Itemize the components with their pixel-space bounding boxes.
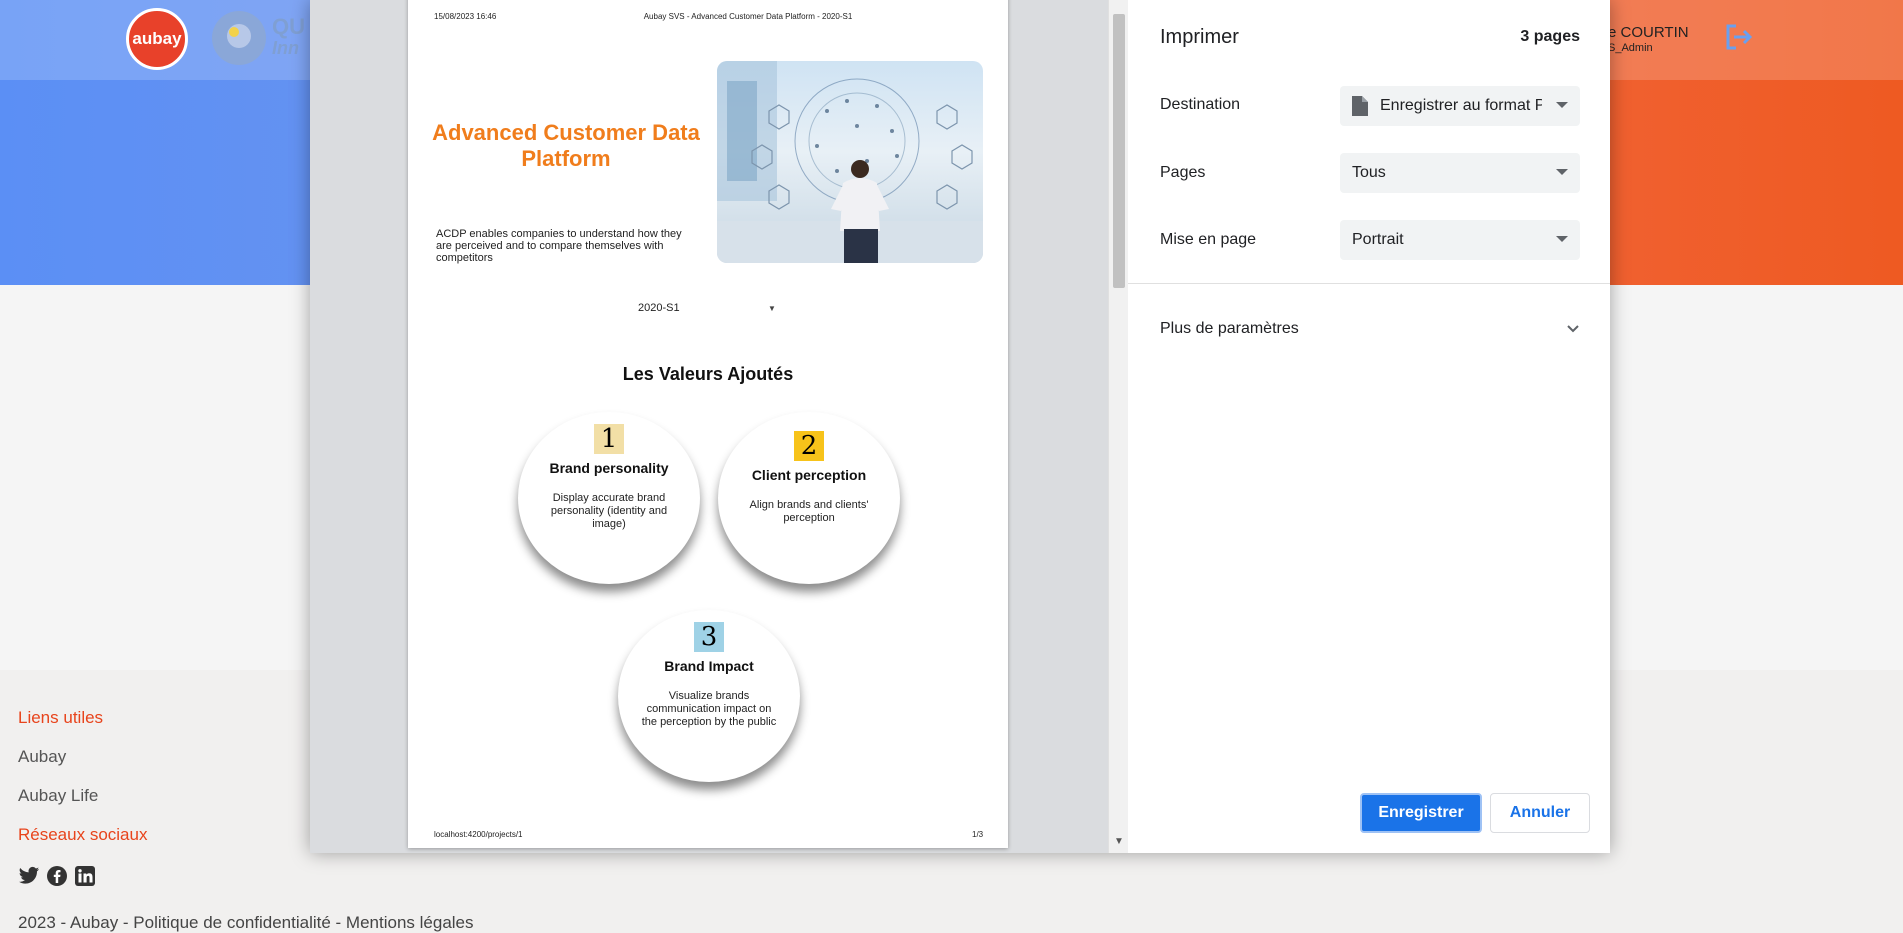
cancel-button[interactable]: Annuler bbox=[1490, 793, 1590, 833]
preview-hero-image bbox=[717, 61, 983, 263]
value-desc-2: Align brands and clients' perception bbox=[749, 499, 869, 524]
preview-scrollbar[interactable]: ▼ bbox=[1108, 0, 1128, 853]
pages-caret-icon bbox=[1556, 169, 1568, 175]
preview-page: 15/08/2023 16:46 Aubay SVS - Advanced Cu… bbox=[408, 0, 1008, 848]
value-title-3: Brand Impact bbox=[664, 658, 754, 674]
more-settings-toggle[interactable]: Plus de paramètres bbox=[1160, 320, 1299, 338]
destination-caret-icon bbox=[1556, 102, 1568, 108]
preview-scrollbar-thumb[interactable] bbox=[1113, 14, 1125, 288]
destination-value: Enregistrer au format P bbox=[1380, 97, 1542, 114]
preview-title: Advanced Customer Data Platform bbox=[432, 120, 700, 171]
user-name: e COURTIN bbox=[1608, 24, 1689, 41]
layout-value: Portrait bbox=[1352, 231, 1404, 248]
value-desc-3: Visualize brands communication impact on… bbox=[641, 690, 777, 728]
document-icon bbox=[1352, 96, 1368, 116]
logout-icon[interactable] bbox=[1722, 20, 1756, 54]
value-number-1: 1 bbox=[594, 424, 624, 454]
value-card-2: 2 Client perception Align brands and cli… bbox=[718, 412, 900, 584]
save-button[interactable]: Enregistrer bbox=[1360, 793, 1482, 833]
print-dialog: 15/08/2023 16:46 Aubay SVS - Advanced Cu… bbox=[310, 0, 1610, 853]
footer-social-icons bbox=[18, 865, 96, 887]
preview-header: Aubay SVS - Advanced Customer Data Platf… bbox=[643, 12, 853, 21]
footer-useful-links-heading: Liens utiles bbox=[18, 708, 104, 727]
user-role: S_Admin bbox=[1608, 42, 1653, 54]
facebook-icon[interactable] bbox=[46, 865, 68, 887]
innovation-logo-icon bbox=[212, 11, 266, 65]
pages-label: Pages bbox=[1160, 164, 1206, 181]
preview-period-caret-icon: ▼ bbox=[768, 304, 776, 313]
footer-copyright: 2023 - Aubay - Politique de confidential… bbox=[18, 913, 474, 932]
print-preview: 15/08/2023 16:46 Aubay SVS - Advanced Cu… bbox=[310, 0, 1108, 853]
pages-value: Tous bbox=[1352, 164, 1386, 181]
preview-url: localhost:4200/projects/1 bbox=[434, 830, 523, 839]
footer-link-aubay[interactable]: Aubay bbox=[18, 747, 66, 767]
value-number-2: 2 bbox=[794, 431, 824, 461]
scroll-down-arrow-icon[interactable]: ▼ bbox=[1114, 836, 1124, 847]
layout-caret-icon bbox=[1556, 236, 1568, 242]
preview-description: ACDP enables companies to understand how… bbox=[436, 228, 682, 264]
print-title: Imprimer bbox=[1160, 26, 1239, 48]
innovation-logo-text: QU bbox=[272, 14, 305, 39]
value-card-1: 1 Brand personality Display accurate bra… bbox=[518, 412, 700, 584]
value-desc-1: Display accurate brand personality (iden… bbox=[550, 492, 668, 530]
aubay-logo[interactable]: aubay bbox=[126, 8, 188, 70]
preview-section-title: Les Valeurs Ajoutés bbox=[622, 364, 794, 384]
footer-link-aubay-life[interactable]: Aubay Life bbox=[18, 786, 98, 806]
chevron-down-icon[interactable] bbox=[1564, 320, 1582, 338]
value-title-1: Brand personality bbox=[549, 460, 669, 476]
innovation-logo-subtext: Inn bbox=[272, 38, 299, 58]
layout-select[interactable]: Portrait bbox=[1340, 220, 1580, 260]
preview-page-number: 1/3 bbox=[972, 830, 984, 839]
print-pages-count: 3 pages bbox=[1520, 28, 1580, 45]
layout-label: Mise en page bbox=[1160, 231, 1257, 248]
value-card-3: 3 Brand Impact Visualize brands communic… bbox=[618, 610, 800, 782]
value-number-3: 3 bbox=[694, 622, 724, 652]
linkedin-icon[interactable] bbox=[74, 865, 96, 887]
twitter-icon[interactable] bbox=[18, 865, 40, 887]
destination-select[interactable]: Enregistrer au format P bbox=[1340, 86, 1580, 126]
destination-label: Destination bbox=[1160, 96, 1241, 113]
pages-select[interactable]: Tous bbox=[1340, 153, 1580, 193]
value-title-2: Client perception bbox=[751, 467, 867, 483]
settings-divider bbox=[1128, 283, 1610, 284]
print-settings-panel: Imprimer 3 pages Destination Enregistrer… bbox=[1128, 0, 1610, 853]
footer-social-heading: Réseaux sociaux bbox=[18, 825, 148, 844]
